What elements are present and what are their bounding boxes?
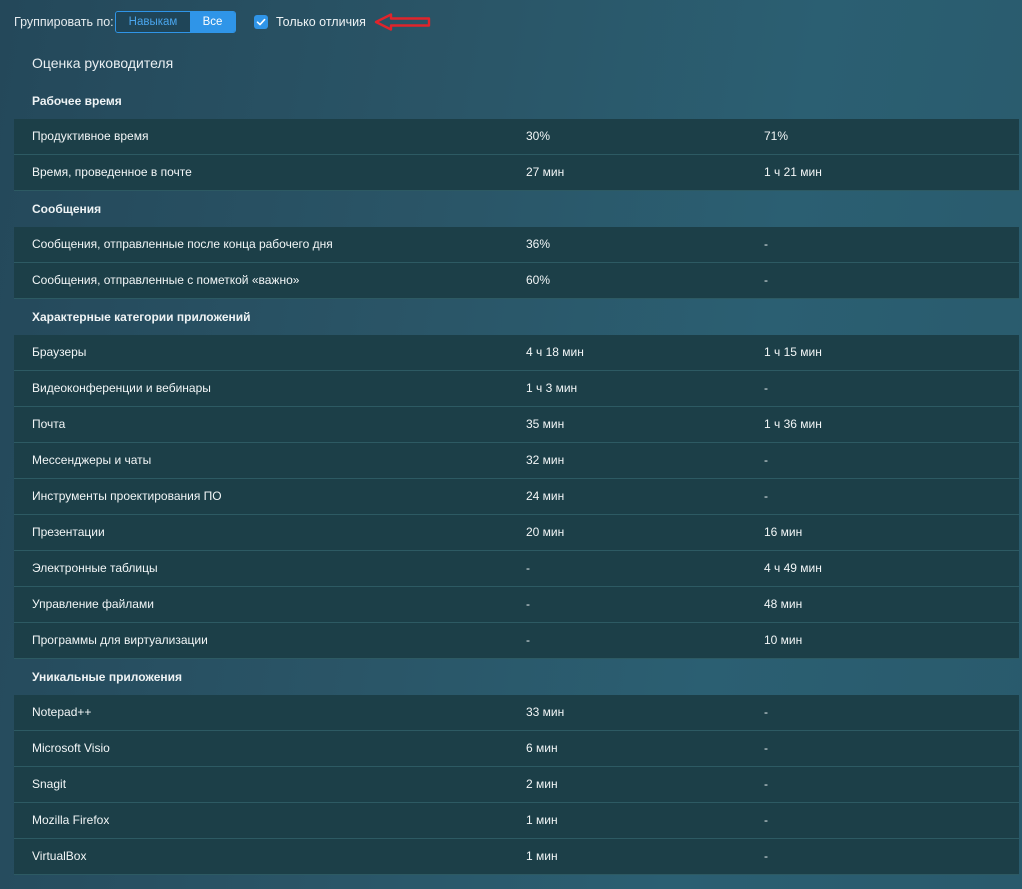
metric-name-cell: Инструменты проектирования ПО: [32, 489, 222, 503]
table-row: Продуктивное время 30% 71%: [14, 119, 1019, 155]
metric-name-cell: Программы для виртуализации: [32, 633, 208, 647]
metric-name-cell: Сообщения, отправленные с пометкой «важн…: [32, 273, 300, 287]
value-cell-right: -: [764, 777, 768, 791]
value-cell-left: 6 мин: [526, 741, 558, 755]
table-row: Управление файлами - 48 мин: [14, 587, 1019, 623]
only-differences-label: Только отличия: [276, 15, 366, 29]
value-cell-left: 33 мин: [526, 705, 565, 719]
metric-name-cell: Почта: [32, 417, 66, 431]
value-cell-right: -: [764, 489, 768, 503]
annotation-arrow-icon: [374, 13, 431, 31]
value-cell-left: 30%: [526, 129, 551, 143]
value-cell-left: 1 мин: [526, 813, 558, 827]
metric-name-cell: Управление файлами: [32, 597, 154, 611]
value-cell-left: 32 мин: [526, 453, 565, 467]
metric-name-cell: Время, проведенное в почте: [32, 165, 192, 179]
value-cell-left: 60%: [526, 273, 551, 287]
table-row: Время, проведенное в почте 27 мин 1 ч 21 м…: [14, 155, 1019, 191]
table-row: Mozilla Firefox 1 мин -: [14, 803, 1019, 839]
section-title: Оценка руководителя: [32, 55, 174, 71]
table-row: Инструменты проектирования ПО 24 мин -: [14, 479, 1019, 515]
value-cell-right: 10 мин: [764, 633, 803, 647]
toolbar: Группировать по: Навыкам Все Только отли…: [0, 0, 1022, 44]
checkmark-icon: [256, 18, 266, 26]
table-row: Microsoft Visio 6 мин -: [14, 731, 1019, 767]
value-cell-left: 1 мин: [526, 849, 558, 863]
group-header: Характерные категории приложений: [32, 310, 251, 324]
metric-name-cell: Notepad++: [32, 705, 92, 719]
value-cell-left: 2 мин: [526, 777, 558, 791]
metric-name-cell: Продуктивное время: [32, 129, 149, 143]
value-cell-right: 1 ч 21 мин: [764, 165, 822, 179]
table-row: Сообщения, отправленные с пометкой «важн…: [14, 263, 1019, 299]
table-row: Браузеры 4 ч 18 мин 1 ч 15 мин: [14, 335, 1019, 371]
value-cell-left: 36%: [526, 237, 551, 251]
value-cell-left: 35 мин: [526, 417, 565, 431]
group-by-label: Группировать по:: [14, 15, 114, 29]
only-differences-checkbox[interactable]: [254, 15, 268, 29]
value-cell-right: -: [764, 381, 768, 395]
metric-name-cell: Snagit: [32, 777, 67, 791]
table-row: Видеоконференции и вебинары 1 ч 3 мин -: [14, 371, 1019, 407]
value-cell-right: -: [764, 849, 768, 863]
value-cell-right: 4 ч 49 мин: [764, 561, 822, 575]
group-header: Сообщения: [32, 202, 102, 216]
value-cell-left: 4 ч 18 мин: [526, 345, 584, 359]
table-row: Мессенджеры и чаты 32 мин -: [14, 443, 1019, 479]
value-cell-right: 1 ч 36 мин: [764, 417, 822, 431]
group-header: Уникальные приложения: [32, 670, 183, 684]
value-cell-right: -: [764, 237, 768, 251]
table-row: Notepad++ 33 мин -: [14, 695, 1019, 731]
value-cell-left: 27 мин: [526, 165, 565, 179]
table-row: Программы для виртуализации - 10 мин: [14, 623, 1019, 659]
value-cell-left: 20 мин: [526, 525, 565, 539]
value-cell-right: 16 мин: [764, 525, 803, 539]
group-by-segmented-control: Навыкам Все: [115, 11, 236, 33]
table-row: Почта 35 мин 1 ч 36 мин: [14, 407, 1019, 443]
table-row: Презентации 20 мин 16 мин: [14, 515, 1019, 551]
value-cell-right: -: [764, 705, 768, 719]
group-by-all-button[interactable]: Все: [190, 12, 235, 32]
table-row: Сообщения, отправленные после конца рабо…: [14, 227, 1019, 263]
metric-name-cell: VirtualBox: [32, 849, 87, 863]
metric-name-cell: Mozilla Firefox: [32, 813, 110, 827]
value-cell-left: -: [526, 633, 530, 647]
value-cell-right: -: [764, 741, 768, 755]
value-cell-left: -: [526, 597, 530, 611]
comparison-table: Рабочее время Продуктивное время 30% 71% Вре…: [14, 83, 1019, 875]
table-row: VirtualBox 1 мин -: [14, 839, 1019, 875]
value-cell-right: -: [764, 453, 768, 467]
value-cell-left: 1 ч 3 мин: [526, 381, 578, 395]
value-cell-right: 1 ч 15 мин: [764, 345, 822, 359]
group-header: Рабочее время: [32, 94, 122, 108]
value-cell-right: -: [764, 813, 768, 827]
metric-name-cell: Презентации: [32, 525, 105, 539]
value-cell-right: 48 мин: [764, 597, 803, 611]
table-row: Электронные таблицы - 4 ч 49 мин: [14, 551, 1019, 587]
metric-name-cell: Сообщения, отправленные после конца рабо…: [32, 237, 333, 251]
value-cell-right: -: [764, 273, 768, 287]
metric-name-cell: Мессенджеры и чаты: [32, 453, 152, 467]
metric-name-cell: Видеоконференции и вебинары: [32, 381, 211, 395]
value-cell-left: 24 мин: [526, 489, 565, 503]
metric-name-cell: Microsoft Visio: [32, 741, 110, 755]
value-cell-right: 71%: [764, 129, 789, 143]
value-cell-left: -: [526, 561, 530, 575]
metric-name-cell: Браузеры: [32, 345, 87, 359]
group-by-skills-button[interactable]: Навыкам: [116, 12, 190, 32]
metric-name-cell: Электронные таблицы: [32, 561, 158, 575]
table-row: Snagit 2 мин -: [14, 767, 1019, 803]
